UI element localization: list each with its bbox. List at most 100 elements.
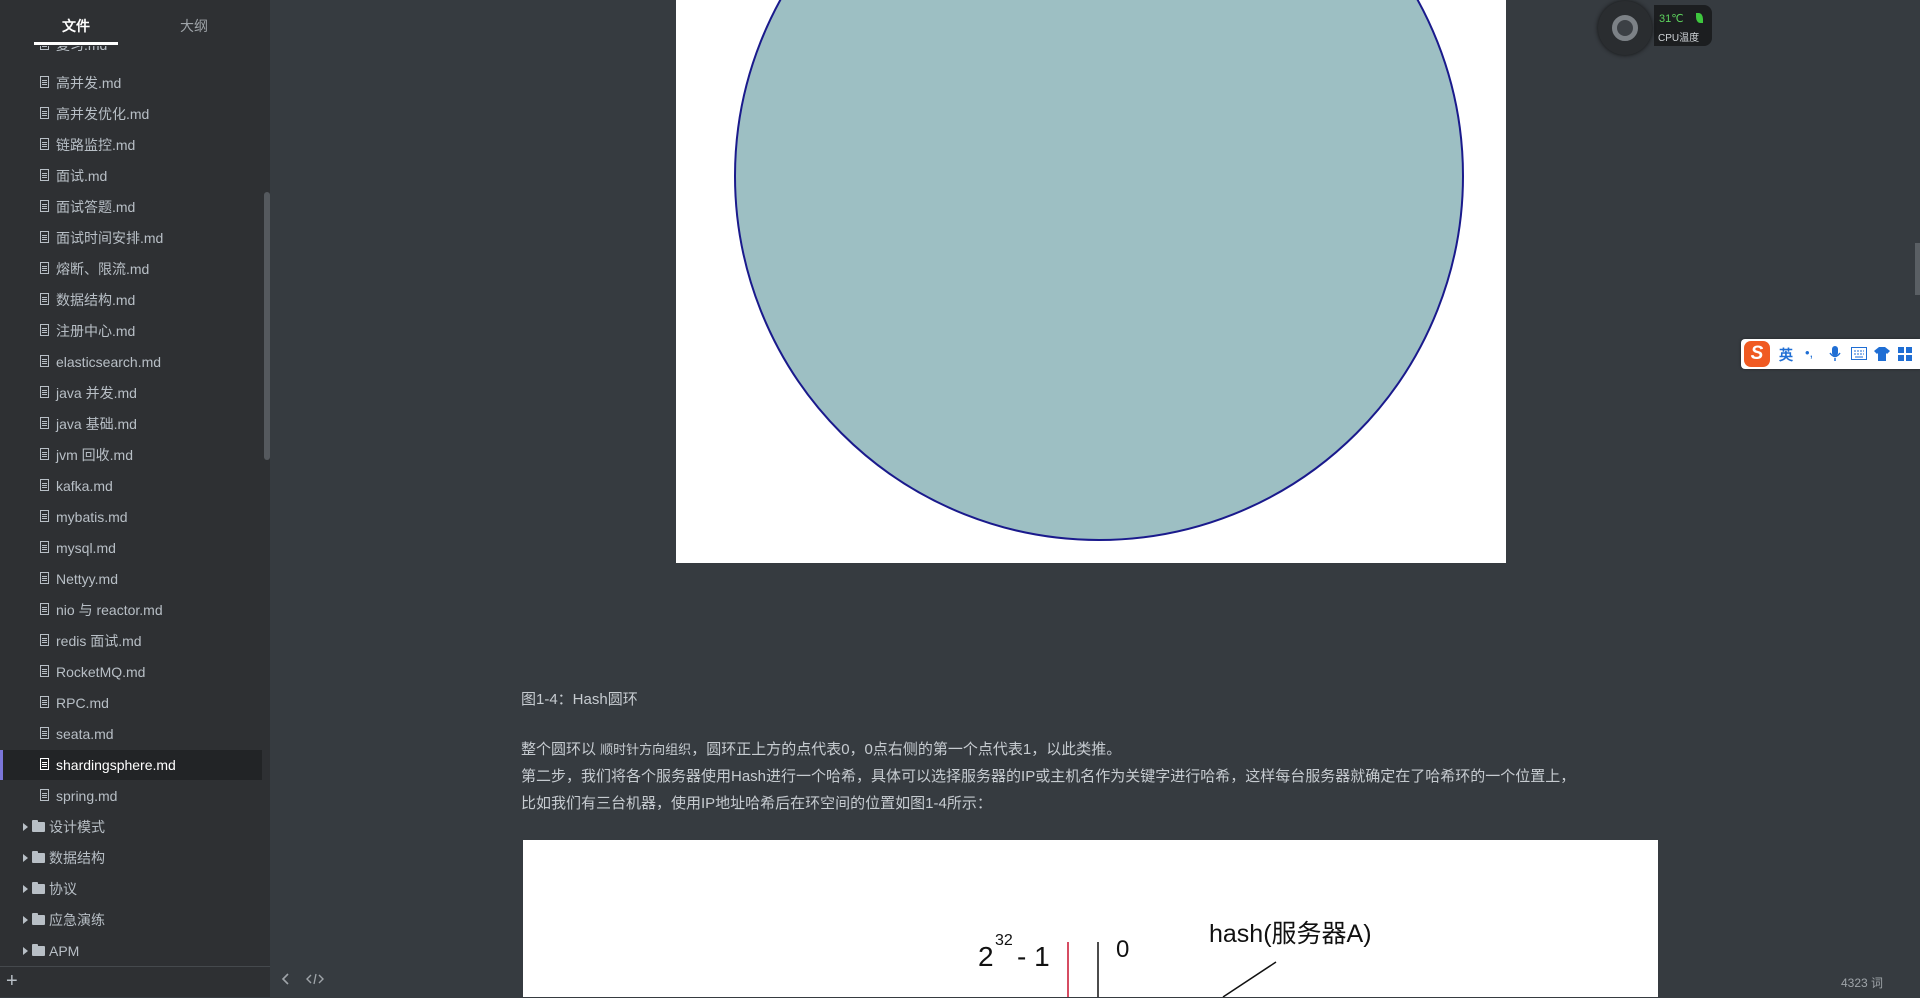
file-item[interactable]: nio 与 reactor.md bbox=[0, 595, 262, 625]
file-item[interactable]: 高并发优化.md bbox=[0, 99, 262, 129]
caret-right-icon[interactable] bbox=[23, 916, 28, 924]
folder-icon bbox=[32, 820, 45, 832]
file-label: nio 与 reactor.md bbox=[56, 602, 163, 618]
folder-item[interactable]: 数据结构 bbox=[0, 843, 262, 873]
file-icon bbox=[40, 510, 49, 522]
folder-item[interactable]: APM bbox=[0, 936, 262, 966]
shirt-icon[interactable] bbox=[1874, 346, 1890, 361]
folder-item[interactable]: 设计模式 bbox=[0, 812, 262, 842]
folder-label: 协议 bbox=[49, 881, 77, 897]
file-icon bbox=[40, 262, 49, 274]
file-icon bbox=[40, 386, 49, 398]
hash-ring-circle bbox=[734, 0, 1464, 541]
file-item-active[interactable]: shardingsphere.md bbox=[0, 750, 262, 780]
file-item[interactable]: 高并发.md bbox=[0, 68, 262, 98]
file-icon bbox=[40, 76, 49, 88]
file-item[interactable]: redis 面试.md bbox=[0, 626, 262, 656]
punctuation-icon[interactable]: •, bbox=[1805, 345, 1813, 360]
paragraph-text: 整个圆环以 bbox=[521, 741, 601, 758]
figure-caption: 图1-4：Hash圆环 bbox=[521, 691, 638, 708]
file-label: 熔断、限流.md bbox=[56, 261, 150, 277]
file-label: 面试答题.md bbox=[56, 199, 136, 215]
file-icon bbox=[40, 541, 49, 553]
folder-icon bbox=[32, 944, 45, 956]
file-icon bbox=[40, 293, 49, 305]
ring-max-exponent: 32 bbox=[995, 932, 1013, 949]
file-item[interactable]: java 基础.md bbox=[0, 409, 262, 439]
caret-right-icon[interactable] bbox=[23, 854, 28, 862]
grid-icon[interactable] bbox=[1898, 347, 1912, 361]
file-label: redis 面试.md bbox=[56, 633, 142, 649]
code-icon[interactable] bbox=[306, 972, 324, 986]
file-label: 数据结构.md bbox=[56, 292, 136, 308]
sidebar: 文件 大纲 复习.md 高并发.md 高并发优化.md 链路监控.md 面试.m… bbox=[0, 0, 270, 997]
ime-language-toggle[interactable]: 英 bbox=[1779, 345, 1793, 365]
file-item[interactable]: mybatis.md bbox=[0, 502, 262, 532]
caret-right-icon[interactable] bbox=[23, 823, 28, 831]
add-file-button[interactable]: + bbox=[6, 971, 18, 991]
folder-label: 应急演练 bbox=[49, 912, 105, 928]
editor-scrollbar[interactable] bbox=[1915, 243, 1920, 295]
sogou-logo-icon[interactable]: S bbox=[1744, 341, 1770, 367]
file-label: RPC.md bbox=[56, 695, 109, 711]
chevron-left-icon[interactable] bbox=[280, 972, 292, 986]
file-item[interactable]: 面试时间安排.md bbox=[0, 223, 262, 253]
paragraph-1: 整个圆环以 顺时针方向组织，圆环正上方的点代表0，0点右侧的第一个点代表1，以此… bbox=[521, 738, 1121, 759]
file-icon bbox=[40, 200, 49, 212]
file-item[interactable]: RocketMQ.md bbox=[0, 657, 262, 687]
cpu-temp-widget[interactable]: 31℃ CPU温度 bbox=[1598, 1, 1714, 55]
file-tree: 复习.md 高并发.md 高并发优化.md 链路监控.md 面试.md 面试答题… bbox=[0, 46, 262, 966]
file-icon bbox=[40, 107, 49, 119]
hash-server-image: 2 32 - 1 0 hash(服务器A) bbox=[523, 840, 1658, 997]
keyboard-icon[interactable] bbox=[1851, 347, 1867, 360]
file-label: kafka.md bbox=[56, 478, 113, 494]
leaf-icon bbox=[1696, 13, 1703, 23]
file-item[interactable]: seata.md bbox=[0, 719, 262, 749]
word-count[interactable]: 4323 词 bbox=[1841, 974, 1883, 991]
file-item[interactable]: jvm 回收.md bbox=[0, 440, 262, 470]
paragraph-2: 第二步，我们将各个服务器使用Hash进行一个哈希，具体可以选择服务器的IP或主机… bbox=[521, 768, 1576, 785]
folder-item[interactable]: 协议 bbox=[0, 874, 262, 904]
microphone-icon[interactable] bbox=[1829, 346, 1841, 362]
ime-toolbar[interactable]: S 英 •, bbox=[1741, 339, 1920, 369]
file-label: jvm 回收.md bbox=[56, 447, 133, 463]
file-item[interactable]: 面试.md bbox=[0, 161, 262, 191]
file-item[interactable]: 复习.md bbox=[0, 46, 262, 60]
file-icon bbox=[40, 696, 49, 708]
file-icon bbox=[40, 417, 49, 429]
file-label: spring.md bbox=[56, 788, 118, 804]
file-icon bbox=[40, 479, 49, 491]
file-item[interactable]: 熔断、限流.md bbox=[0, 254, 262, 284]
hash-server-a-label: hash(服务器A) bbox=[1209, 920, 1372, 948]
file-item[interactable]: java 并发.md bbox=[0, 378, 262, 408]
file-item[interactable]: RPC.md bbox=[0, 688, 262, 718]
file-item[interactable]: 面试答题.md bbox=[0, 192, 262, 222]
tab-files[interactable]: 文件 bbox=[34, 16, 118, 36]
file-icon bbox=[40, 758, 49, 770]
file-icon bbox=[40, 572, 49, 584]
caret-right-icon[interactable] bbox=[23, 947, 28, 955]
file-item[interactable]: elasticsearch.md bbox=[0, 347, 262, 377]
paragraph-text-small: 顺时针方向组织 bbox=[600, 742, 692, 757]
file-label: 复习.md bbox=[56, 46, 107, 60]
editor-area[interactable]: 图1-4：Hash圆环 整个圆环以 顺时针方向组织，圆环正上方的点代表0，0点右… bbox=[270, 0, 1920, 997]
folder-item[interactable]: 应急演练 bbox=[0, 905, 262, 935]
file-icon bbox=[40, 138, 49, 150]
tab-outline[interactable]: 大纲 bbox=[152, 16, 236, 36]
file-item[interactable]: mysql.md bbox=[0, 533, 262, 563]
file-label: 面试.md bbox=[56, 168, 108, 184]
ring-max-rest: - 1 bbox=[1017, 941, 1050, 972]
active-tab-underline bbox=[34, 42, 118, 45]
file-item[interactable]: 注册中心.md bbox=[0, 316, 262, 346]
file-icon bbox=[40, 789, 49, 801]
file-label: seata.md bbox=[56, 726, 114, 742]
file-item[interactable]: 链路监控.md bbox=[0, 130, 262, 160]
cpu-temp-value: 31℃ bbox=[1659, 13, 1684, 25]
caret-right-icon[interactable] bbox=[23, 885, 28, 893]
sidebar-tabs: 文件 大纲 bbox=[0, 0, 270, 46]
file-item[interactable]: 数据结构.md bbox=[0, 285, 262, 315]
cpu-panel: 31℃ CPU温度 bbox=[1654, 5, 1712, 46]
file-item[interactable]: spring.md bbox=[0, 781, 262, 811]
file-item[interactable]: Nettyy.md bbox=[0, 564, 262, 594]
file-item[interactable]: kafka.md bbox=[0, 471, 262, 501]
